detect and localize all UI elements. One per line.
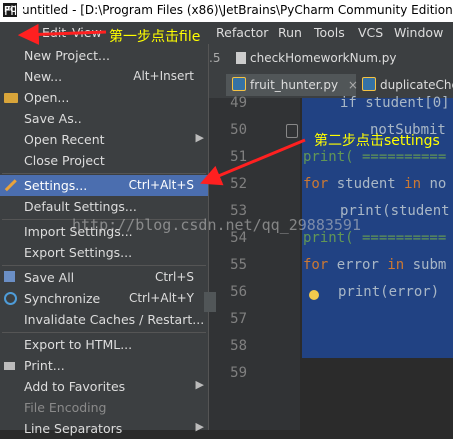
fold-marker-icon[interactable] <box>286 124 298 138</box>
menu-item-invalidate-caches[interactable]: Invalidate Caches / Restart... <box>0 309 208 330</box>
python-file-icon <box>362 77 376 91</box>
watermark: http://blog.csdn.net/qq_29883591 <box>72 216 361 234</box>
menu-separator <box>2 265 206 266</box>
folder-icon <box>4 93 18 103</box>
menu-item-save-all[interactable]: Save All Ctrl+S <box>0 267 208 288</box>
print-icon <box>4 362 15 370</box>
save-icon <box>4 271 15 282</box>
code-line: for error in subm <box>303 257 447 273</box>
menu-view[interactable]: View <box>72 25 102 40</box>
menu-separator <box>2 332 206 333</box>
tab-fruit-hunter[interactable]: fruit_hunter.py × <box>226 74 358 96</box>
line-number: 57 <box>230 311 247 327</box>
nav-prefix: .5 <box>209 51 221 65</box>
menu-separator <box>2 173 206 174</box>
lightbulb-icon[interactable] <box>309 290 319 300</box>
submenu-arrow-icon: ▶ <box>195 378 204 391</box>
line-number: 51 <box>230 149 247 165</box>
menu-item-export-settings[interactable]: Export Settings... <box>0 242 208 263</box>
window-title: untitled - [D:\Program Files (x86)\JetBr… <box>22 3 453 17</box>
code-line: print( ========== <box>303 149 447 165</box>
menu-tools[interactable]: Tools <box>314 25 345 40</box>
editor-edge-strip <box>204 292 216 312</box>
menu-item-settings[interactable]: Settings... Ctrl+Alt+S <box>0 175 208 196</box>
menu-item-add-to-favorites[interactable]: Add to Favorites ▶ <box>0 376 208 397</box>
line-number: 56 <box>230 284 247 300</box>
file-icon <box>236 52 246 64</box>
annotation-step2: 第二步点击settings <box>314 133 440 149</box>
menu-vcs[interactable]: VCS <box>358 25 383 40</box>
menu-item-close-project[interactable]: Close Project <box>0 150 208 171</box>
title-bar: PC untitled - [D:\Program Files (x86)\Je… <box>0 0 453 22</box>
line-number: 52 <box>230 176 247 192</box>
code-line: for student in no <box>303 176 447 192</box>
nav-breadcrumb-file[interactable]: checkHomeworkNum.py <box>236 51 396 65</box>
line-number: 55 <box>230 257 247 273</box>
menu-item-default-settings[interactable]: Default Settings... <box>0 196 208 217</box>
menu-item-print[interactable]: Print... <box>0 355 208 376</box>
tab-duplicate-che[interactable]: duplicateChe <box>362 74 453 96</box>
menu-run[interactable]: Run <box>278 25 302 40</box>
line-number: 58 <box>230 338 247 354</box>
annotation-step1: 第一步点击file <box>109 29 201 45</box>
menu-item-save-as[interactable]: Save As.. <box>0 108 208 129</box>
line-number: 49 <box>230 95 247 111</box>
code-line: print(error) <box>338 284 440 300</box>
menu-item-file-encoding: File Encoding <box>24 400 107 415</box>
python-file-icon <box>232 77 246 91</box>
menu-refactor[interactable]: Refactor <box>216 25 268 40</box>
menu-item-new-project[interactable]: New Project... <box>0 45 208 66</box>
code-line: if student[0] <box>340 95 450 111</box>
submenu-arrow-icon: ▶ <box>195 131 204 144</box>
menu-window[interactable]: Window <box>394 25 443 40</box>
menu-item-line-separators[interactable]: Line Separators ▶ <box>0 418 208 439</box>
menu-item-synchronize[interactable]: Synchronize Ctrl+Alt+Y <box>0 288 208 309</box>
menu-item-export-to-html[interactable]: Export to HTML... <box>0 334 208 355</box>
menu-edit[interactable]: Edit <box>42 25 66 40</box>
close-tab-icon[interactable]: × <box>348 78 358 92</box>
line-number: 59 <box>230 365 247 381</box>
menu-item-new[interactable]: New... Alt+Insert <box>0 66 208 87</box>
menu-item-open-recent[interactable]: Open Recent ▶ <box>0 129 208 150</box>
line-number: 50 <box>230 122 247 138</box>
editor-gutter <box>208 98 300 430</box>
sync-icon <box>4 292 17 305</box>
wrench-icon <box>4 179 19 193</box>
submenu-arrow-icon: ▶ <box>195 420 204 433</box>
menu-item-open[interactable]: Open... <box>0 87 208 108</box>
